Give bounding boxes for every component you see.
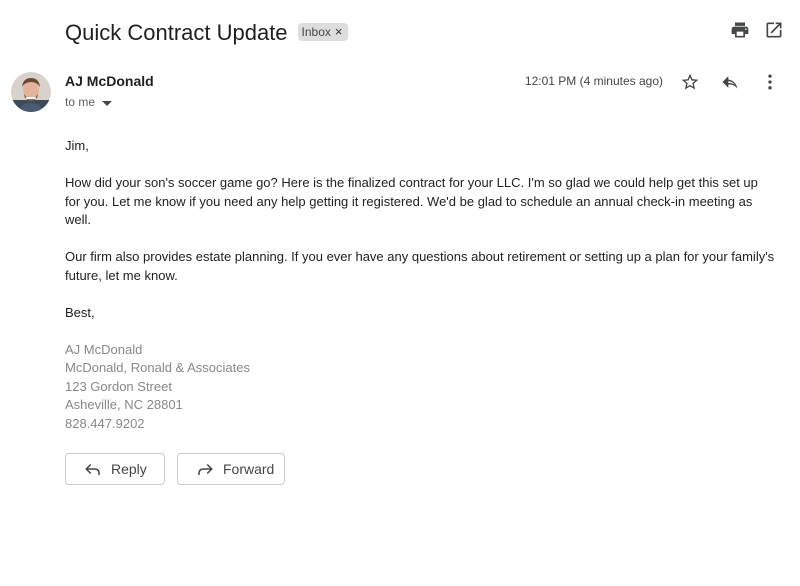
body-paragraph: Our firm also provides estate planning. … bbox=[65, 249, 775, 283]
recipient-details-toggle[interactable]: to me bbox=[65, 94, 113, 110]
greeting: Jim, bbox=[65, 138, 89, 153]
signature-street: 123 Gordon Street bbox=[65, 378, 172, 394]
star-icon[interactable] bbox=[680, 72, 700, 92]
forward-icon bbox=[196, 460, 214, 478]
email-body: Jim, How did your son's soccer game go? … bbox=[65, 137, 775, 433]
forward-button-label: Forward bbox=[223, 461, 275, 477]
reply-icon bbox=[84, 460, 102, 478]
body-paragraph: How did your son's soccer game go? Here … bbox=[65, 175, 758, 227]
open-in-new-icon[interactable] bbox=[764, 20, 784, 40]
label-chip-text: Inbox bbox=[301, 24, 331, 39]
signature-company: McDonald, Ronald & Associates bbox=[65, 360, 250, 375]
subject-row: Quick Contract Update Inbox × bbox=[65, 16, 348, 50]
reply-icon[interactable] bbox=[720, 72, 740, 92]
reply-button[interactable]: Reply bbox=[65, 453, 165, 485]
reply-forward-row: Reply Forward bbox=[65, 453, 285, 485]
close-icon[interactable]: × bbox=[335, 24, 343, 39]
signature: AJ McDonald McDonald, Ronald & Associate… bbox=[65, 341, 775, 434]
signature-phone: 828.447.9202 bbox=[65, 415, 145, 431]
reply-button-label: Reply bbox=[111, 461, 147, 477]
caret-down-icon[interactable] bbox=[102, 96, 113, 110]
message-actions bbox=[680, 72, 780, 92]
sender-name[interactable]: AJ McDonald bbox=[65, 73, 154, 89]
avatar[interactable] bbox=[11, 72, 51, 112]
more-vert-icon[interactable] bbox=[760, 72, 780, 92]
closing: Best, bbox=[65, 304, 95, 320]
signature-city: Asheville, NC 28801 bbox=[65, 397, 183, 412]
email-timestamp: 12:01 PM (4 minutes ago) bbox=[524, 74, 663, 88]
printer-icon[interactable] bbox=[730, 20, 750, 40]
email-subject: Quick Contract Update bbox=[65, 20, 288, 45]
forward-button[interactable]: Forward bbox=[177, 453, 285, 485]
recipient-text: to me bbox=[65, 95, 96, 109]
subject-toolbar bbox=[730, 20, 784, 40]
inbox-label-chip[interactable]: Inbox × bbox=[297, 22, 348, 41]
signature-name: AJ McDonald bbox=[65, 341, 143, 357]
